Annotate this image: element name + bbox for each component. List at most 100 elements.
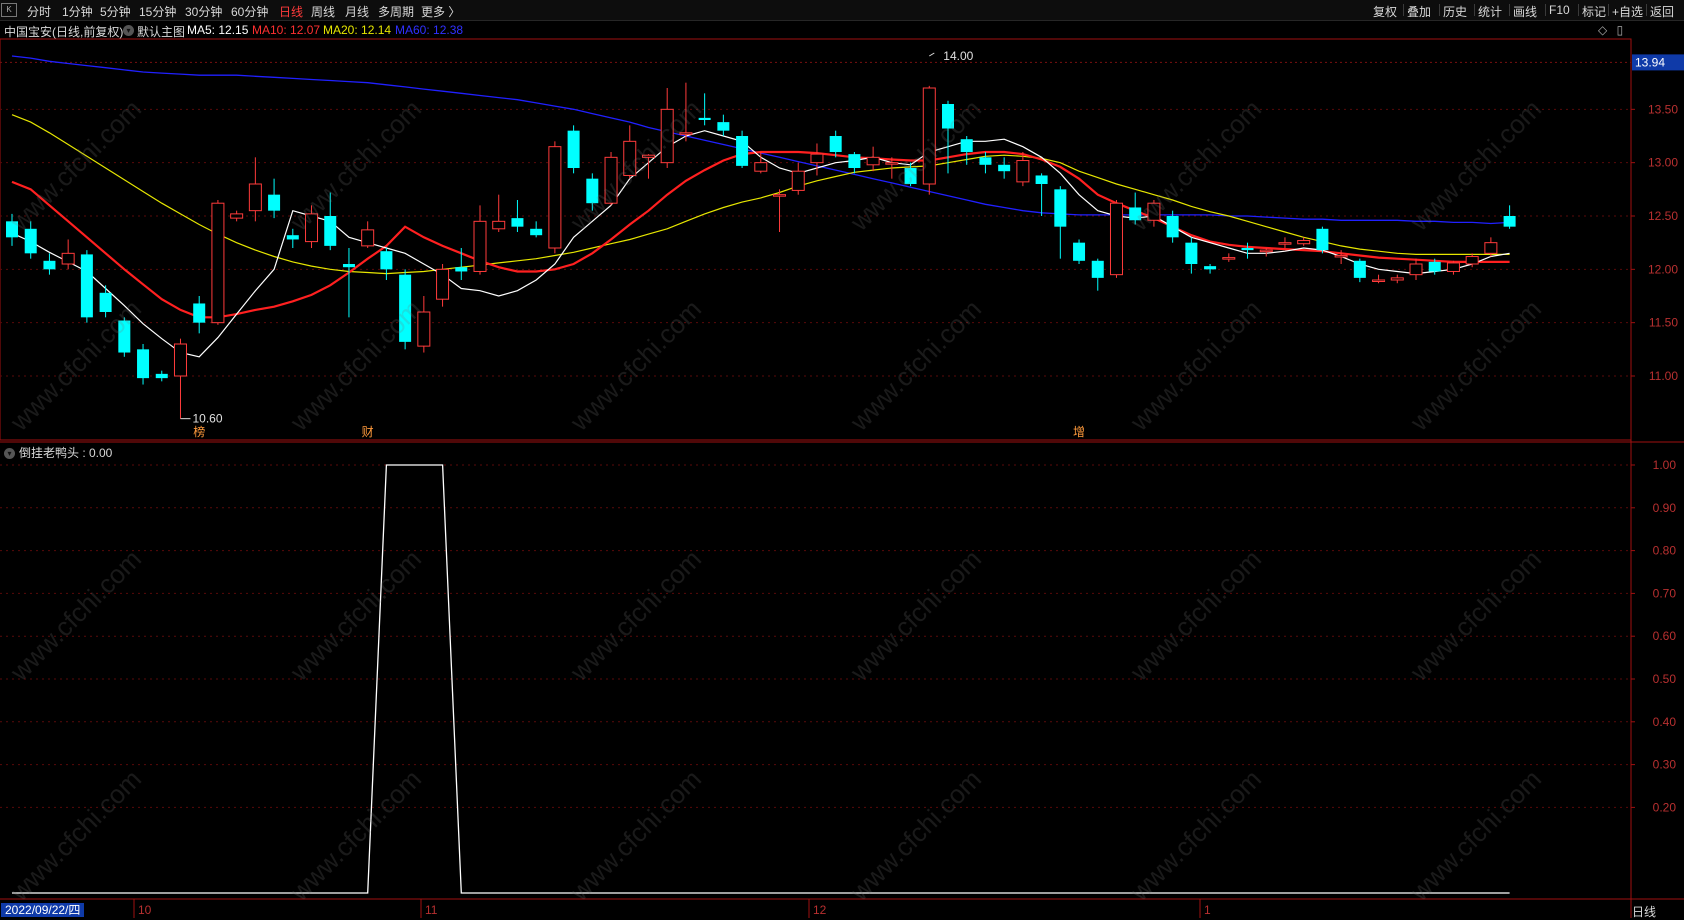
candle-body-up [548, 146, 562, 249]
candle-body-down [960, 139, 973, 152]
candle-body-down [137, 349, 150, 379]
price-pane-border [0, 38, 1632, 441]
indicator-tick-label: 0.50 [1653, 672, 1677, 686]
candle-body-up [885, 162, 899, 165]
candle-body-down [848, 154, 861, 168]
month-label: 12 [813, 903, 827, 917]
event-marker: 增 [1073, 425, 1085, 439]
candle-body-down [342, 264, 355, 268]
indicator-tick-label: 0.80 [1653, 544, 1677, 558]
candle-body-down [942, 104, 954, 129]
month-label: 11 [425, 903, 438, 917]
candle-body-down [998, 164, 1011, 172]
indicator-tick-label: 0.20 [1653, 800, 1677, 814]
candle-body-down [455, 267, 468, 272]
high-pointer [929, 52, 935, 57]
candle-body-up [641, 154, 655, 158]
candle-body-up [604, 156, 618, 204]
candle-body-down [155, 373, 168, 379]
price-tick-label: 12.50 [1648, 209, 1678, 223]
candle-body-down [1185, 242, 1198, 264]
candle-body-up [173, 343, 187, 377]
period-label: 日线 [1632, 905, 1657, 919]
indicator-tick-label: 0.30 [1653, 758, 1677, 772]
candle-body-down [193, 303, 206, 323]
candle-body-up [1372, 279, 1386, 282]
candle-body-down [717, 122, 730, 131]
candle-body-up [361, 229, 375, 247]
price-tick-label: 13.00 [1648, 156, 1678, 170]
candle-body-down [118, 320, 131, 353]
candle-body-down [829, 136, 842, 152]
candle-body-down [979, 157, 992, 165]
candle-body-down [286, 235, 299, 240]
candle-body-up [473, 220, 487, 272]
candle-body-up [1016, 160, 1030, 183]
candle-body-down [511, 218, 524, 227]
candle-body-down [380, 251, 393, 270]
event-marker: 榜 [193, 424, 205, 439]
current-date-box: 2022/09/22/四 [1, 903, 85, 917]
indicator-name: 倒挂老鸭头 : 0.00 [19, 446, 113, 460]
indicator-label[interactable]: ▾ 倒挂老鸭头 : 0.00 [4, 444, 112, 461]
kline-chart[interactable]: 13.5013.0012.5012.0011.5011.0013.9414.00… [0, 0, 1684, 918]
candle-body-up [305, 213, 319, 243]
indicator-tick-label: 0.70 [1653, 586, 1677, 600]
price-tick-label: 11.50 [1649, 316, 1678, 330]
candle-body-up [1390, 277, 1404, 281]
candle-body-up [1278, 242, 1292, 245]
candle-body-up [1259, 249, 1273, 253]
candle-body-up [866, 156, 880, 166]
candle-body-up [1297, 240, 1311, 245]
candle-body-up [660, 108, 674, 164]
event-marker: 财 [362, 425, 374, 439]
candle-body-down [904, 168, 917, 184]
candle-body-up [1109, 202, 1123, 276]
candle-body-down [530, 228, 543, 236]
candle-body-up [679, 132, 693, 135]
candle-body-down [1073, 242, 1086, 261]
price-tick-label: 12.00 [1648, 262, 1678, 276]
candle-body-down [736, 136, 749, 166]
candle-body-up [1446, 262, 1460, 272]
candle-body-down [24, 228, 37, 254]
chevron-down-icon[interactable]: ▾ [4, 448, 15, 460]
candle-body-down [1316, 228, 1329, 251]
candle-body-up [1484, 242, 1498, 254]
candle-body-up [211, 202, 225, 324]
candle-body-up [417, 311, 431, 347]
candle-body-up [1334, 254, 1348, 258]
candle-body-down [1353, 260, 1366, 278]
candle-body-up [623, 140, 637, 176]
candle-body-down [567, 130, 580, 168]
indicator-tick-label: 0.90 [1653, 501, 1677, 515]
candle-body-down [6, 221, 18, 238]
month-label: 1 [1204, 903, 1211, 917]
candle-body-up [810, 153, 824, 164]
candle-body-up [1409, 263, 1423, 276]
low-price-label: 10.60 [192, 412, 222, 426]
candle-body-down [399, 274, 412, 342]
candle-body-down [586, 178, 599, 204]
high-price-label: 14.00 [943, 49, 973, 63]
candle-body-up [248, 183, 262, 212]
indicator-tick-label: 1.00 [1653, 458, 1677, 472]
candle-body-up [922, 87, 936, 185]
price-tick-label: 13.50 [1648, 102, 1678, 116]
candle-body-up [230, 213, 244, 219]
candle-body-down [80, 254, 93, 318]
candle-body-down [1428, 261, 1441, 272]
candle-body-down [1129, 207, 1142, 221]
candle-body-up [1465, 256, 1479, 265]
candle-body-down [1054, 189, 1067, 227]
candle-body-up [436, 268, 450, 300]
candle-body-down [1091, 260, 1104, 278]
candle-body-down [1035, 175, 1048, 184]
candle-body-down [1166, 216, 1179, 238]
candle-body-up [754, 162, 768, 172]
price-tick-label: 11.00 [1649, 369, 1678, 383]
candle-body-up [773, 194, 787, 197]
candle-body-down [99, 292, 112, 312]
candle-body-down [1503, 216, 1516, 227]
candle-body-down [324, 216, 337, 246]
